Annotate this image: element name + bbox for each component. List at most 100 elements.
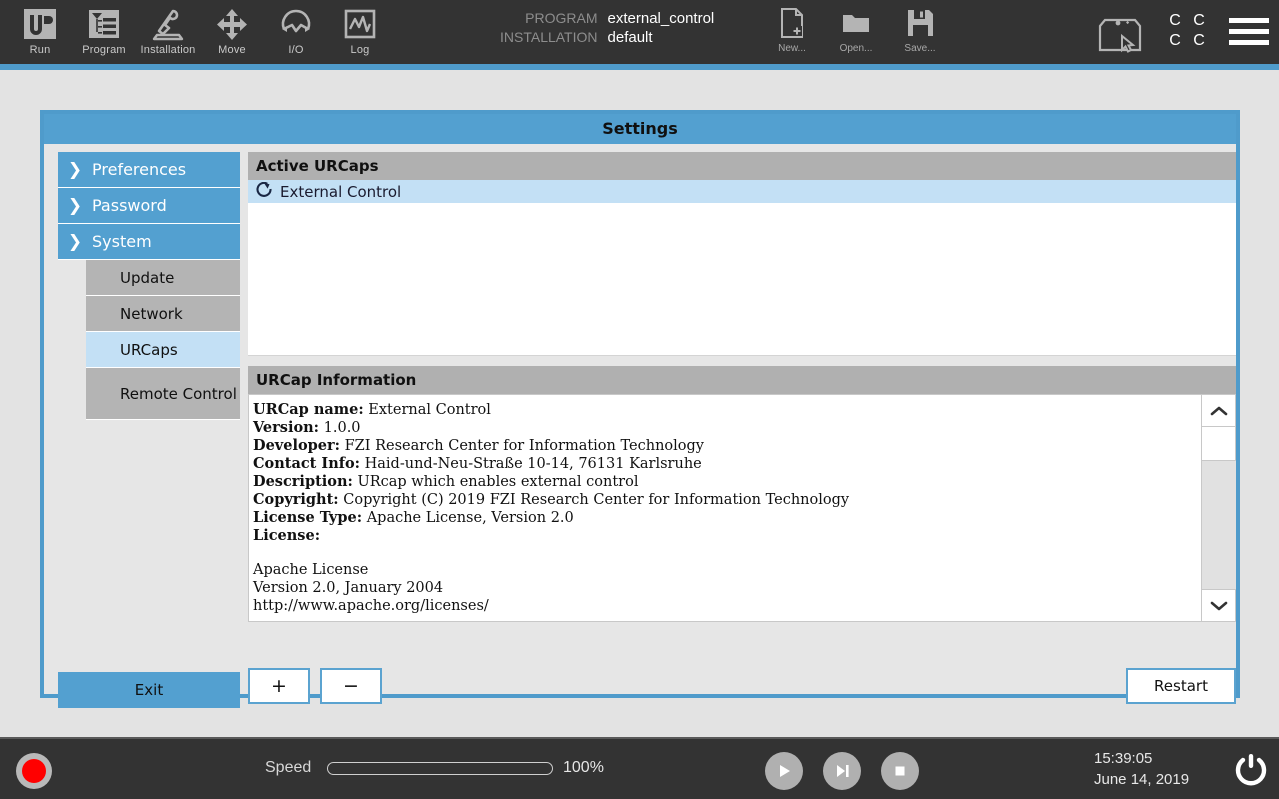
sidebar-item-urcaps[interactable]: URCaps: [86, 332, 240, 368]
list-item[interactable]: External Control: [248, 180, 1236, 203]
restart-button[interactable]: Restart: [1126, 668, 1236, 704]
status-cell-4: C: [1187, 32, 1211, 52]
settings-sidebar: ❯ Preferences ❯ Password ❯ System Update…: [58, 152, 240, 420]
emergency-stop-indicator[interactable]: [16, 753, 52, 789]
info-label: URCap name:: [253, 401, 364, 418]
sidebar-item-urcaps-label: URCaps: [120, 341, 178, 359]
stop-led-inner: [22, 759, 46, 783]
info-label: Description:: [253, 473, 353, 490]
scroll-up-button[interactable]: [1202, 395, 1235, 427]
sidebar-item-system[interactable]: ❯ System: [58, 224, 240, 260]
file-actions-group: New... Open... Save...: [760, 6, 952, 54]
urcap-information-area: URCap name: External Control Version: 1.…: [248, 394, 1236, 622]
license-line: Version 2.0, January 2004: [253, 579, 1193, 597]
info-value: 1.0.0: [324, 420, 361, 436]
urcap-information-header: URCap Information: [248, 366, 1236, 394]
info-line: Description: URcap which enables externa…: [253, 473, 1193, 491]
hamburger-line-3: [1229, 40, 1269, 45]
info-value: Haid-und-Neu-Straße 10-14, 76131 Karlsru…: [365, 456, 702, 472]
playback-controls: [765, 752, 919, 790]
info-line: License Type: Apache License, Version 2.…: [253, 509, 1193, 527]
info-value: URcap which enables external control: [357, 474, 638, 490]
open-button-label: Open...: [840, 43, 873, 54]
scroll-down-button[interactable]: [1202, 589, 1235, 621]
sidebar-item-network[interactable]: Network: [86, 296, 240, 332]
save-button-label: Save...: [904, 43, 935, 54]
new-button-label: New...: [778, 43, 806, 54]
sidebar-item-network-label: Network: [120, 305, 183, 323]
power-button[interactable]: [1232, 752, 1270, 790]
sidebar-item-update[interactable]: Update: [86, 260, 240, 296]
nav-tab-move[interactable]: Move: [200, 4, 264, 62]
top-header-bar: Run Program Installation: [0, 0, 1279, 64]
play-button[interactable]: [765, 752, 803, 790]
refresh-circle-icon: [254, 182, 276, 201]
installation-name: default: [608, 29, 715, 46]
play-icon: [774, 761, 794, 781]
info-label: Version:: [253, 419, 319, 436]
header-accent-strip: [0, 64, 1279, 70]
ur-logo-icon: [21, 7, 59, 43]
sidebar-item-preferences-label: Preferences: [92, 160, 186, 179]
chevron-down-icon: ❯: [58, 232, 92, 252]
step-forward-icon: [832, 761, 852, 781]
stop-button[interactable]: [881, 752, 919, 790]
sidebar-item-remote-control[interactable]: Remote Control: [86, 368, 240, 420]
info-value: External Control: [368, 402, 491, 418]
nav-tab-installation[interactable]: Installation: [136, 4, 200, 62]
chevron-down-icon: [1210, 600, 1228, 612]
license-line: Apache License: [253, 561, 1193, 579]
sidebar-item-password[interactable]: ❯ Password: [58, 188, 240, 224]
info-spacer: [253, 545, 1193, 561]
list-item-label: External Control: [280, 183, 401, 201]
nav-tab-log[interactable]: Log: [328, 4, 392, 62]
chevron-right-icon: ❯: [58, 160, 92, 180]
log-graph-icon: [341, 7, 379, 43]
installation-label: INSTALLATION: [500, 29, 598, 45]
info-label: License:: [253, 527, 320, 544]
stop-square-icon: [890, 761, 910, 781]
program-tree-icon: [85, 7, 123, 43]
chevron-right-icon: ❯: [58, 196, 92, 216]
active-urcaps-list[interactable]: External Control: [248, 180, 1236, 356]
nav-tab-run[interactable]: Run: [8, 4, 72, 62]
speed-slider[interactable]: [327, 762, 553, 775]
robot-arm-icon: [149, 7, 187, 43]
open-button[interactable]: Open...: [824, 6, 888, 54]
scrollbar-thumb[interactable]: [1202, 460, 1236, 590]
info-line: Version: 1.0.0: [253, 419, 1193, 437]
info-label: License Type:: [253, 509, 362, 526]
info-value: FZI Research Center for Information Tech…: [345, 438, 704, 454]
nav-tab-log-label: Log: [351, 44, 370, 56]
move-arrows-icon: [213, 7, 251, 43]
speed-label: Speed: [265, 759, 311, 777]
vertical-scrollbar[interactable]: [1201, 395, 1235, 621]
hamburger-line-2: [1229, 29, 1269, 34]
remove-urcap-button[interactable]: −: [320, 668, 382, 704]
status-cell-2: C: [1187, 12, 1211, 32]
status-cell-3: C: [1163, 32, 1187, 52]
urcap-action-buttons: + − Restart: [248, 664, 1236, 708]
scrollbar-track[interactable]: [1202, 427, 1235, 589]
nav-tab-installation-label: Installation: [141, 44, 196, 56]
hamburger-menu-icon[interactable]: [1229, 18, 1269, 46]
info-line: Developer: FZI Research Center for Infor…: [253, 437, 1193, 455]
new-button[interactable]: New...: [760, 6, 824, 54]
nav-tab-program[interactable]: Program: [72, 4, 136, 62]
save-button[interactable]: Save...: [888, 6, 952, 54]
step-button[interactable]: [823, 752, 861, 790]
nav-tab-io-label: I/O: [288, 44, 303, 56]
info-line: URCap name: External Control: [253, 401, 1193, 419]
save-floppy-icon: [903, 6, 937, 40]
exit-button[interactable]: Exit: [58, 672, 240, 708]
main-navigation: Run Program Installation: [8, 4, 392, 62]
info-label: Developer:: [253, 437, 340, 454]
program-info-block: PROGRAM external_control INSTALLATION de…: [500, 10, 714, 46]
nav-tab-io[interactable]: I/O: [264, 4, 328, 62]
io-gauge-icon: [277, 7, 315, 43]
screenshot-cursor-icon[interactable]: [1096, 12, 1144, 54]
sidebar-item-remote-control-label: Remote Control: [120, 385, 237, 403]
add-urcap-button[interactable]: +: [248, 668, 310, 704]
sidebar-item-preferences[interactable]: ❯ Preferences: [58, 152, 240, 188]
open-folder-icon: [839, 6, 873, 40]
